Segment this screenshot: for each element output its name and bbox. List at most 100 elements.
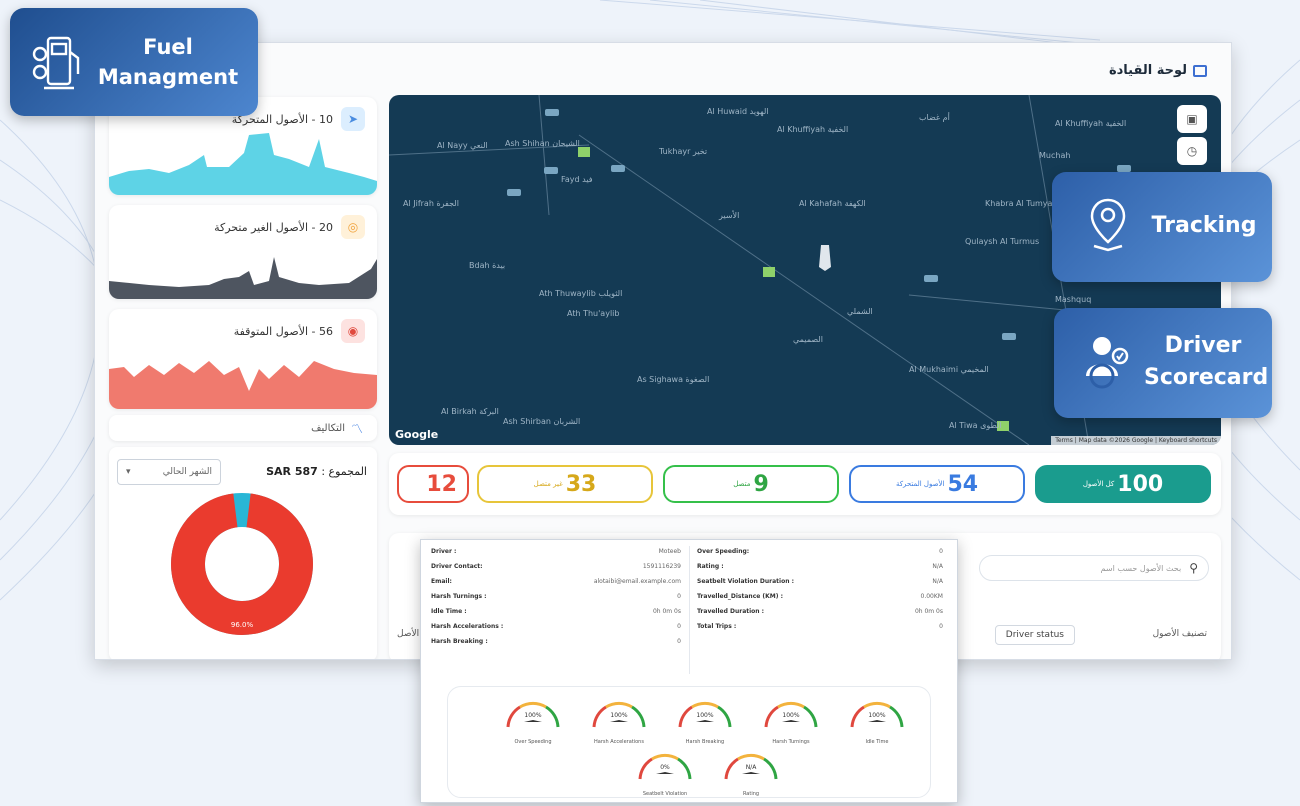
map-label: Al Tiwa الطوى <box>949 421 1002 430</box>
google-logo: Google <box>395 428 439 441</box>
map-history-button[interactable]: ◷ <box>1177 137 1207 165</box>
map-label: Ath Thuwaylib الثويلب <box>539 289 623 298</box>
info-key: Rating : <box>697 563 724 570</box>
all-assets-pill[interactable]: 100 كل الأصول <box>1035 465 1211 503</box>
driver-info-left: Driver : Moteeb Driver Contact: 1591116239 E… <box>431 548 681 653</box>
gauge-label: Harsh Breaking <box>685 739 725 745</box>
info-key: Harsh Turnings : <box>431 593 487 600</box>
driver-info-row: Seatbelt Violation Duration : N/A <box>697 578 943 593</box>
map-label: Khabra Al Tumyat <box>985 199 1056 208</box>
gauge-value: 100% <box>868 712 886 719</box>
map-label: الشملي <box>847 307 873 316</box>
costs-donut-chart: 96.0% <box>171 493 313 635</box>
stat-number: 100 <box>1117 471 1164 497</box>
map-layers-button[interactable]: ▣ <box>1177 105 1207 133</box>
score-gauge: 100% Over Speeding <box>500 695 566 749</box>
info-value: 0 <box>677 593 681 600</box>
gauge-value: 100% <box>524 712 542 719</box>
info-key: Email: <box>431 578 452 585</box>
column-header[interactable]: الأصل <box>397 629 419 639</box>
driver-info-row: Travelled_Distance (KM) : 0.00KM <box>697 593 943 608</box>
map-label: Fayd فيد <box>561 175 593 184</box>
history-icon: ◷ <box>1186 144 1198 158</box>
period-value: الشهر الحالي <box>162 467 212 477</box>
trend-chart-icon: 〽 <box>350 421 363 436</box>
fuel-pump-icon <box>32 36 80 90</box>
map-label: Al Jifrah الجفرة <box>403 199 459 208</box>
column-header[interactable]: تصنيف الأصول <box>1153 629 1207 639</box>
dashboard-icon <box>1193 64 1207 77</box>
driver-info-row: Idle Time : 0h 0m 0s <box>431 608 681 623</box>
info-value: 0 <box>677 638 681 645</box>
tracking-panel[interactable]: Tracking <box>1052 172 1272 282</box>
map-label: Tukhayr تخير <box>659 147 708 156</box>
map-label: Al Khuffiyah الخفية <box>777 125 849 134</box>
driver-info-row: Over Speeding: 0 <box>697 548 943 563</box>
score-gauge: 0% Seatbelt Violation <box>632 747 698 801</box>
driver-info-row: Harsh Turnings : 0 <box>431 593 681 608</box>
map-label: الصميمي <box>793 335 823 344</box>
costs-header[interactable]: التكاليف 〽 <box>109 415 377 441</box>
score-gauge: 100% Harsh Breaking <box>672 695 738 749</box>
page-title-text: لوحة القيادة <box>1108 63 1187 78</box>
stat-label: متصل <box>733 480 751 488</box>
search-input[interactable]: بحث الأصول حسب اسم ⚲ <box>979 555 1209 581</box>
stat-label: الأصول المتحركة <box>895 480 945 488</box>
driver-info-row: Total Trips : 0 <box>697 623 943 638</box>
gauge-value: 0% <box>660 764 670 771</box>
info-value: 0h 0m 0s <box>914 608 943 615</box>
brand-line2: Managment <box>97 65 239 89</box>
info-key: Over Speeding: <box>697 548 750 555</box>
score-gauge: 100% Idle Time <box>844 695 910 749</box>
map-label: Qulaysh Al Turmus <box>965 237 1040 246</box>
stopped-assets-card[interactable]: ◉ 56 - الأصول المتوقفة <box>109 309 377 409</box>
driver-info-row: Rating : N/A <box>697 563 943 578</box>
alerts-pill[interactable]: 12 <box>397 465 469 503</box>
score-gauge: N/A Rating <box>718 747 784 801</box>
map-label: Al Huwaid الهويد <box>707 107 769 116</box>
info-value: N/A <box>932 578 943 585</box>
gauge-label: Harsh Accelerations <box>594 739 644 745</box>
location-pin-icon <box>1090 198 1126 252</box>
driver-status-column[interactable]: Driver status <box>994 625 1075 645</box>
stat-number: 33 <box>565 471 597 497</box>
online-pill[interactable]: 9 متصل <box>663 465 839 503</box>
donut-label: 96.0% <box>231 621 254 629</box>
driver-icon <box>1086 337 1129 389</box>
costs-label: التكاليف <box>311 422 345 434</box>
info-value: alotaibi@email.example.com <box>593 578 681 585</box>
period-select[interactable]: ▾ الشهر الحالي <box>117 459 221 485</box>
map-label: الأسير <box>719 211 740 220</box>
driver-scorecard-panel[interactable]: Driver Scorecard <box>1054 308 1272 418</box>
info-value: 0 <box>939 623 943 630</box>
image-icon: ▣ <box>1186 112 1198 126</box>
scorecard-line1: Driver <box>1164 333 1242 358</box>
map-vehicle-marker[interactable] <box>578 147 590 157</box>
gauge-value: 100% <box>782 712 800 719</box>
info-key: Total Trips : <box>697 623 737 630</box>
brand-line1: Fuel <box>143 35 193 59</box>
scorecard-line2: Scorecard <box>1144 365 1269 390</box>
map-attribution[interactable]: Terms | Map data ©2026 Google | Keyboard… <box>1051 436 1221 445</box>
driver-info-row: Travelled Duration : 0h 0m 0s <box>697 608 943 623</box>
map-label: Ath Thu'aylib <box>567 309 620 318</box>
stat-number: 9 <box>753 471 769 497</box>
info-value: 0 <box>939 548 943 555</box>
score-gauge: 100% Harsh Turnings <box>758 695 824 749</box>
info-key: Travelled Duration : <box>697 608 765 615</box>
fuel-management-panel[interactable]: Fuel Managment <box>10 8 258 116</box>
map-label: Al Mukhaimi المخيمي <box>909 365 989 374</box>
moving-assets-pill[interactable]: 54 الأصول المتحركة <box>849 465 1025 503</box>
map-pin-icon[interactable] <box>819 245 831 271</box>
stationary-assets-card[interactable]: ◎ 20 - الأصول الغير متحركة <box>109 205 377 299</box>
gauge-label: Rating <box>742 791 760 797</box>
brand-title: Fuel Managment <box>92 32 244 92</box>
map-vehicle-marker[interactable] <box>763 267 775 277</box>
gauge-value: 100% <box>696 712 714 719</box>
stat-label: كل الأصول <box>1082 480 1115 488</box>
offline-pill[interactable]: 33 غير متصل <box>477 465 653 503</box>
info-key: Driver : <box>431 548 457 555</box>
map-label: Bdah بيدة <box>469 261 506 270</box>
info-key: Seatbelt Violation Duration : <box>697 578 794 585</box>
map-label: Al Khuffiyah الخفية <box>1055 119 1127 128</box>
